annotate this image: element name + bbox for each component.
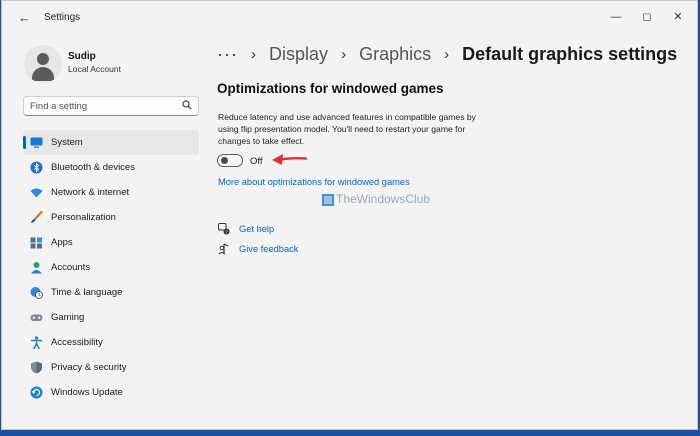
watermark-logo-icon [322,194,334,206]
sidebar-item-label: Privacy & security [51,362,127,373]
globe-clock-icon [30,287,43,299]
windowed-games-toggle[interactable] [217,154,243,167]
user-account-type: Local Account [68,64,121,74]
sidebar-item-apps[interactable]: Apps [23,230,199,255]
help-icon: ? [218,223,230,235]
sidebar-item-label: Personalization [51,212,116,223]
title-bar: ← Settings — ◻ ✕ [2,1,697,33]
sidebar-item-bluetooth[interactable]: Bluetooth & devices [23,155,199,180]
paintbrush-icon [31,211,43,223]
person-icon [31,262,42,274]
sidebar-item-label: Windows Update [51,387,123,398]
sidebar-item-privacy-security[interactable]: Privacy & security [23,355,199,380]
sidebar-item-label: System [51,137,83,148]
sidebar-item-label: Apps [51,237,73,248]
minimize-button[interactable]: — [606,9,626,25]
monitor-icon [30,137,43,148]
update-icon [30,386,43,399]
sidebar-nav: System Bluetooth & devices Network & int… [23,130,199,405]
chevron-right-icon: › [251,45,256,63]
chevron-right-icon: › [341,45,347,63]
maximize-button[interactable]: ◻ [637,9,657,25]
get-help-label[interactable]: Get help [239,224,274,234]
feedback-icon [218,243,229,255]
app-title: Settings [44,12,81,23]
section-description: Reduce latency and use advanced features… [218,112,476,146]
watermark-text: TheWindowsClub [336,192,431,206]
sidebar-item-time-language[interactable]: Time & language [23,280,199,305]
search-icon[interactable] [182,100,192,110]
avatar[interactable] [24,45,62,83]
breadcrumb-graphics[interactable]: Graphics [359,44,431,64]
breadcrumb-overflow-button[interactable]: ··· [217,44,238,64]
back-arrow-icon[interactable]: ← [18,11,36,25]
bluetooth-icon [30,161,43,174]
apps-icon [30,237,42,249]
selection-indicator [23,136,26,149]
page-title: Default graphics settings [462,43,678,64]
accessibility-icon [30,336,43,349]
sidebar-item-personalization[interactable]: Personalization [23,205,199,230]
sidebar-item-accessibility[interactable]: Accessibility [23,330,199,355]
shield-icon [31,361,42,374]
wifi-icon [30,188,43,198]
chevron-right-icon: › [444,45,450,63]
sidebar-item-label: Accounts [51,262,91,273]
toggle-knob [221,157,228,164]
sidebar-item-gaming[interactable]: Gaming [23,305,199,330]
search-box[interactable] [23,96,199,116]
sidebar-item-accounts[interactable]: Accounts [23,255,199,280]
toggle-state-label: Off [250,156,263,167]
more-about-optimizations-link[interactable]: More about optimizations for windowed ga… [218,177,410,187]
breadcrumb: ··· › Display › Graphics › Default graph… [217,43,677,67]
close-button[interactable]: ✕ [668,9,688,25]
sidebar-item-label: Time & language [51,287,123,298]
breadcrumb-display[interactable]: Display [269,44,328,64]
sidebar-item-network[interactable]: Network & internet [23,180,199,205]
gamepad-icon [30,314,43,321]
sidebar-item-system[interactable]: System [23,130,199,155]
sidebar-item-label: Gaming [51,312,85,323]
sidebar-item-label: Accessibility [51,337,103,348]
sidebar-item-windows-update[interactable]: Windows Update [23,380,199,405]
search-input[interactable] [30,99,180,113]
sidebar-item-label: Bluetooth & devices [51,162,135,173]
red-arrow-annotation-icon [272,154,308,165]
settings-window: ← Settings — ◻ ✕ Sudip Local Account Sys… [1,0,698,430]
section-title: Optimizations for windowed games [217,81,444,96]
user-name: Sudip [68,51,96,62]
give-feedback-label[interactable]: Give feedback [239,244,298,254]
sidebar-item-label: Network & internet [51,187,130,198]
